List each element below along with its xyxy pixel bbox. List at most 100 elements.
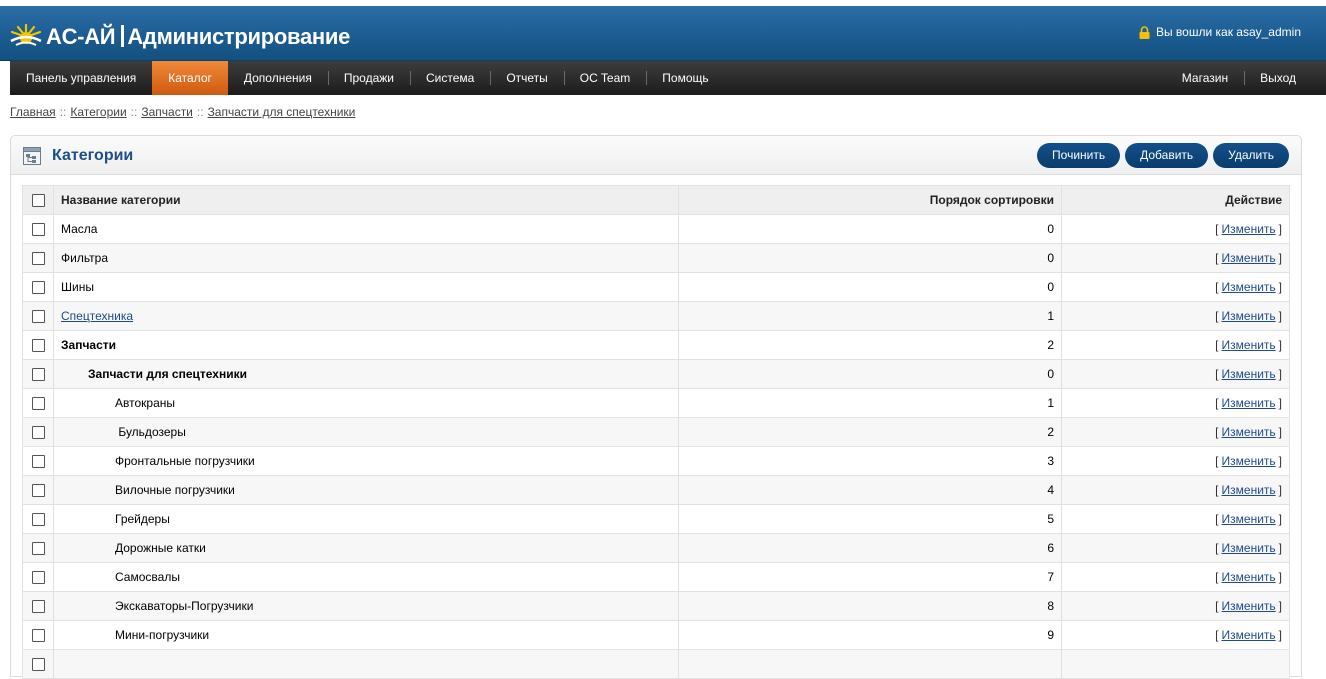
logo[interactable]: AC-AЙ Администрирование bbox=[9, 23, 350, 51]
row-checkbox[interactable] bbox=[31, 281, 45, 295]
row-checkbox[interactable] bbox=[31, 542, 45, 556]
table-row: Самосвалы 7[Изменить] bbox=[22, 562, 1290, 592]
table-row: Грейдеры 5[Изменить] bbox=[22, 504, 1290, 534]
edit-link[interactable]: Изменить bbox=[1222, 512, 1276, 526]
repair-button[interactable]: Починить bbox=[1037, 143, 1121, 168]
table-row: Масла 0[Изменить] bbox=[22, 214, 1290, 244]
category-name-link[interactable]: Спецтехника bbox=[61, 309, 133, 323]
bracket-close: ] bbox=[1278, 396, 1282, 410]
row-checkbox[interactable] bbox=[31, 252, 45, 266]
row-checkbox-cell bbox=[22, 475, 54, 505]
column-header-name[interactable]: Название категории bbox=[53, 185, 679, 215]
sort-order-cell: 0 bbox=[678, 243, 1062, 273]
bracket-close: ] bbox=[1278, 280, 1282, 294]
main-menu: Панель управления Каталог Дополнения Про… bbox=[10, 61, 1326, 95]
logged-in-info: Вы вошли как asay_admin bbox=[1139, 25, 1301, 39]
edit-link[interactable]: Изменить bbox=[1222, 280, 1276, 294]
edit-link[interactable]: Изменить bbox=[1222, 425, 1276, 439]
sort-order-cell: 0 bbox=[678, 214, 1062, 244]
table-row: Фильтра 0[Изменить] bbox=[22, 243, 1290, 273]
row-checkbox-cell bbox=[22, 417, 54, 447]
menu-item-oc-team[interactable]: OC Team bbox=[563, 61, 646, 95]
breadcrumb-home[interactable]: Главная bbox=[10, 105, 56, 119]
category-name-cell: Запчасти bbox=[53, 330, 679, 360]
table-row: Запчасти для спецтехники 0[Изменить] bbox=[22, 359, 1290, 389]
bracket-open: [ bbox=[1215, 396, 1219, 410]
edit-link[interactable]: Изменить bbox=[1222, 570, 1276, 584]
row-checkbox[interactable] bbox=[31, 223, 45, 237]
bracket-close: ] bbox=[1278, 222, 1282, 236]
edit-link[interactable]: Изменить bbox=[1222, 483, 1276, 497]
breadcrumb: Главная:: Категории:: Запчасти:: Запчасти д… bbox=[10, 105, 355, 119]
edit-link[interactable]: Изменить bbox=[1222, 541, 1276, 555]
menu-item-catalog[interactable]: Каталог bbox=[152, 61, 228, 95]
bracket-open: [ bbox=[1215, 222, 1219, 236]
row-checkbox[interactable] bbox=[31, 397, 45, 411]
action-cell: [Изменить] bbox=[1061, 388, 1290, 418]
row-checkbox[interactable] bbox=[31, 339, 45, 353]
menu-item-system[interactable]: Система bbox=[409, 61, 490, 95]
breadcrumb-parts[interactable]: Запчасти bbox=[141, 105, 193, 119]
bracket-open: [ bbox=[1215, 251, 1219, 265]
delete-button[interactable]: Удалить bbox=[1213, 143, 1289, 168]
category-name-cell: Фильтра bbox=[53, 243, 679, 273]
row-checkbox[interactable] bbox=[31, 426, 45, 440]
edit-link[interactable]: Изменить bbox=[1222, 338, 1276, 352]
row-checkbox[interactable] bbox=[31, 310, 45, 324]
action-cell: [Изменить] bbox=[1061, 533, 1290, 563]
bracket-open: [ bbox=[1215, 280, 1219, 294]
bracket-close: ] bbox=[1278, 309, 1282, 323]
menu-item-reports[interactable]: Отчеты bbox=[490, 61, 563, 95]
sort-order-cell: 9 bbox=[678, 620, 1062, 650]
menu-item-extensions[interactable]: Дополнения bbox=[228, 61, 328, 95]
row-checkbox[interactable] bbox=[31, 484, 45, 498]
bracket-open: [ bbox=[1215, 454, 1219, 468]
category-name-cell: Бульдозеры bbox=[53, 417, 679, 447]
edit-link[interactable]: Изменить bbox=[1222, 599, 1276, 613]
category-name: Дорожные катки bbox=[115, 541, 206, 555]
breadcrumb-special-parts[interactable]: Запчасти для спецтехники bbox=[208, 105, 356, 119]
table-row: Автокраны 1[Изменить] bbox=[22, 388, 1290, 418]
sort-order-cell: 0 bbox=[678, 359, 1062, 389]
category-name: Автокраны bbox=[115, 396, 175, 410]
row-checkbox[interactable] bbox=[31, 455, 45, 469]
action-cell: [Изменить] bbox=[1061, 330, 1290, 360]
breadcrumb-categories[interactable]: Категории bbox=[70, 105, 126, 119]
row-checkbox[interactable] bbox=[31, 629, 45, 643]
bracket-open: [ bbox=[1215, 309, 1219, 323]
table-row: Бульдозеры 2[Изменить] bbox=[22, 417, 1290, 447]
category-name-cell: Самосвалы bbox=[53, 562, 679, 592]
bracket-open: [ bbox=[1215, 570, 1219, 584]
select-all-checkbox[interactable] bbox=[31, 194, 45, 208]
menu-item-sales[interactable]: Продажи bbox=[327, 61, 410, 95]
edit-link[interactable]: Изменить bbox=[1222, 222, 1276, 236]
edit-link[interactable]: Изменить bbox=[1222, 309, 1276, 323]
bracket-close: ] bbox=[1278, 425, 1282, 439]
edit-link[interactable]: Изменить bbox=[1222, 251, 1276, 265]
menu-item-help[interactable]: Помощь bbox=[646, 61, 724, 95]
column-header-sort[interactable]: Порядок сортировки bbox=[678, 185, 1062, 215]
action-cell: [Изменить] bbox=[1061, 301, 1290, 331]
edit-link[interactable]: Изменить bbox=[1222, 396, 1276, 410]
edit-link[interactable]: Изменить bbox=[1222, 367, 1276, 381]
row-checkbox-cell bbox=[22, 301, 54, 331]
row-checkbox[interactable] bbox=[31, 571, 45, 585]
sort-order-cell: 2 bbox=[678, 330, 1062, 360]
logged-in-text: Вы вошли как asay_admin bbox=[1155, 25, 1301, 39]
bracket-open: [ bbox=[1215, 338, 1219, 352]
action-cell: [Изменить] bbox=[1061, 272, 1290, 302]
sort-order-cell: 4 bbox=[678, 475, 1062, 505]
row-checkbox[interactable] bbox=[31, 368, 45, 382]
bracket-open: [ bbox=[1215, 628, 1219, 642]
menu-item-logout[interactable]: Выход bbox=[1244, 61, 1312, 95]
row-checkbox[interactable] bbox=[31, 600, 45, 614]
admin-header: AC-AЙ Администрирование Вы вошли как asay… bbox=[0, 6, 1326, 61]
menu-item-dashboard[interactable]: Панель управления bbox=[10, 61, 152, 95]
add-button[interactable]: Добавить bbox=[1125, 143, 1209, 168]
row-checkbox[interactable] bbox=[31, 658, 45, 672]
edit-link[interactable]: Изменить bbox=[1222, 628, 1276, 642]
categories-table: Название категории Порядок сортировки Де… bbox=[22, 185, 1290, 679]
edit-link[interactable]: Изменить bbox=[1222, 454, 1276, 468]
row-checkbox[interactable] bbox=[31, 513, 45, 527]
menu-item-store[interactable]: Магазин bbox=[1166, 61, 1244, 95]
